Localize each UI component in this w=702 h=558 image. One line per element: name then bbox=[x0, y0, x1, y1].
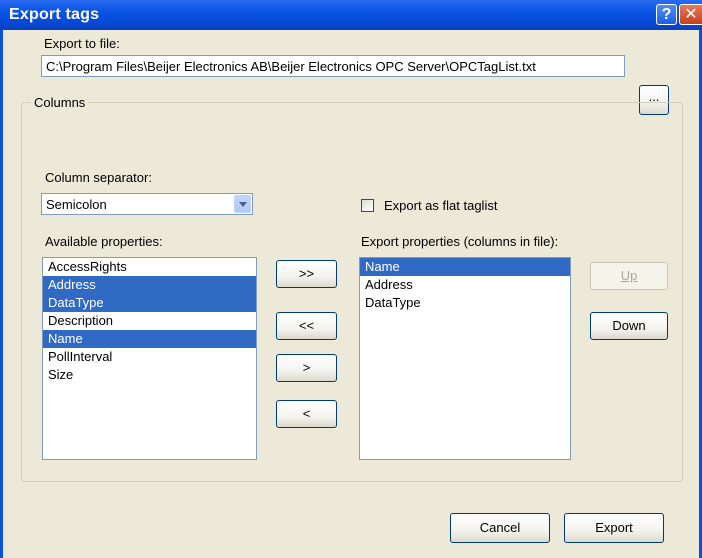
up-button[interactable]: Up bbox=[590, 262, 668, 290]
list-item[interactable]: Size bbox=[43, 366, 256, 384]
columns-group-label: Columns bbox=[31, 95, 89, 110]
close-button[interactable]: ✕ bbox=[679, 4, 702, 25]
list-item[interactable]: PollInterval bbox=[43, 348, 256, 366]
list-item[interactable]: Address bbox=[43, 276, 256, 294]
column-separator-value: Semicolon bbox=[46, 197, 107, 212]
up-label: Up bbox=[620, 268, 638, 283]
list-item[interactable]: DataType bbox=[360, 294, 570, 312]
move-all-right-label: >> bbox=[298, 266, 315, 281]
export-to-file-label: Export to file: bbox=[44, 36, 120, 51]
down-button[interactable]: Down bbox=[590, 312, 668, 340]
title-bar[interactable]: Export tags ? ✕ bbox=[0, 0, 702, 30]
move-all-left-button[interactable]: << bbox=[276, 312, 337, 340]
move-all-right-button[interactable]: >> bbox=[276, 260, 337, 288]
move-right-label: > bbox=[302, 360, 311, 375]
export-file-path-input[interactable]: C:\Program Files\Beijer Electronics AB\B… bbox=[41, 55, 625, 77]
column-separator-select[interactable]: Semicolon bbox=[41, 193, 253, 215]
list-item[interactable]: DataType bbox=[43, 294, 256, 312]
column-separator-label: Column separator: bbox=[45, 170, 152, 185]
export-tags-dialog: Export tags ? ✕ Export to file: C:\Progr… bbox=[0, 0, 702, 558]
list-item[interactable]: AccessRights bbox=[43, 258, 256, 276]
cancel-label: Cancel bbox=[479, 520, 521, 535]
list-item[interactable]: Name bbox=[360, 258, 570, 276]
list-item[interactable]: Name bbox=[43, 330, 256, 348]
window-title: Export tags bbox=[9, 6, 100, 23]
export-button[interactable]: Export bbox=[564, 513, 664, 543]
export-properties-list[interactable]: Name Address DataType bbox=[359, 257, 571, 460]
help-button[interactable]: ? bbox=[656, 4, 677, 25]
cancel-button[interactable]: Cancel bbox=[450, 513, 550, 543]
help-icon: ? bbox=[661, 6, 672, 23]
flat-taglist-checkbox[interactable] bbox=[361, 199, 374, 212]
list-item[interactable]: Address bbox=[360, 276, 570, 294]
down-label: Down bbox=[612, 318, 646, 333]
export-properties-label: Export properties (columns in file): bbox=[361, 234, 559, 249]
export-label: Export bbox=[595, 520, 633, 535]
dropdown-arrow-icon[interactable] bbox=[234, 195, 251, 213]
move-left-button[interactable]: < bbox=[276, 400, 337, 428]
close-icon: ✕ bbox=[684, 6, 698, 23]
move-right-button[interactable]: > bbox=[276, 354, 337, 382]
available-properties-list[interactable]: AccessRights Address DataType Description Na… bbox=[42, 257, 257, 460]
flat-taglist-label[interactable]: Export as flat taglist bbox=[384, 198, 497, 213]
list-item[interactable]: Description bbox=[43, 312, 256, 330]
move-left-label: < bbox=[302, 406, 311, 421]
move-all-left-label: << bbox=[298, 318, 315, 333]
available-properties-label: Available properties: bbox=[45, 234, 163, 249]
